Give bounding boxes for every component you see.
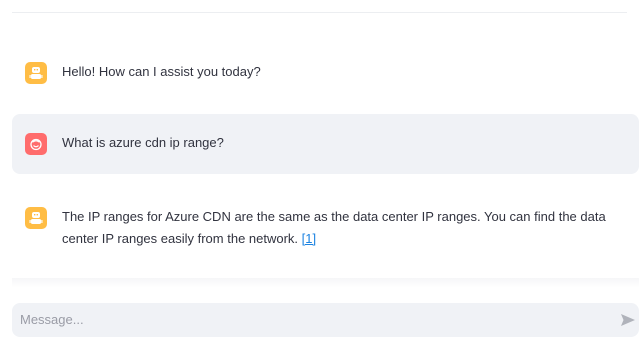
chat-message-assistant: The IP ranges for Azure CDN are the same… [12, 196, 639, 266]
citation-link[interactable]: [1] [302, 231, 316, 246]
bot-icon [29, 67, 43, 79]
message-text: What is azure cdn ip range? [62, 135, 224, 150]
message-text: The IP ranges for Azure CDN are the same… [62, 206, 625, 250]
message-input[interactable] [12, 303, 592, 335]
chat-message-assistant: Hello! How can I assist you today? [12, 50, 639, 96]
top-divider [12, 12, 627, 13]
bot-avatar [25, 62, 47, 84]
message-text: Hello! How can I assist you today? [62, 64, 261, 79]
chat-input-bar [12, 303, 639, 337]
bot-icon [29, 212, 43, 224]
message-body: The IP ranges for Azure CDN are the same… [62, 209, 606, 246]
bot-avatar [25, 207, 47, 229]
chat-message-user: What is azure cdn ip range? [12, 114, 639, 174]
user-face-icon [30, 138, 42, 151]
user-avatar [25, 133, 47, 155]
scroll-fade [12, 278, 639, 288]
send-arrow-icon[interactable] [620, 312, 636, 328]
